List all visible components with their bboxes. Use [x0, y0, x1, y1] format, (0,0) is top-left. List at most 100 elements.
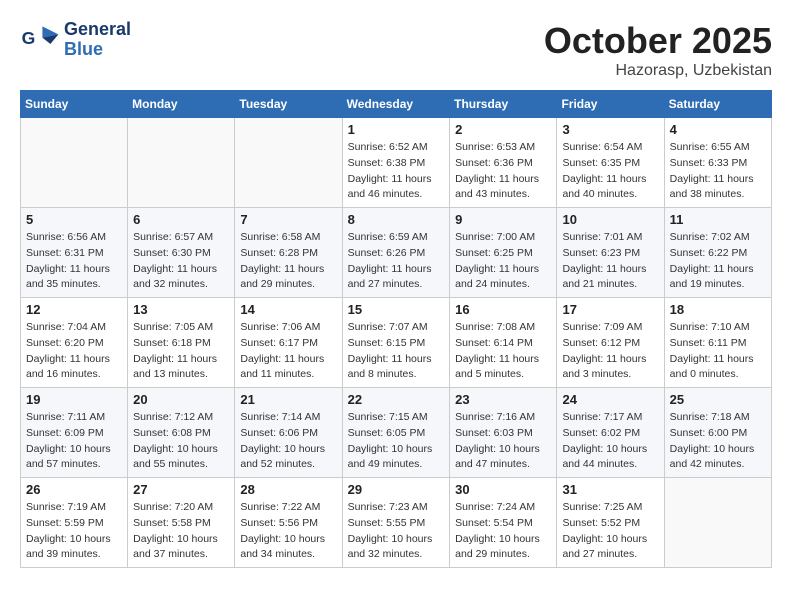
day-number: 18: [670, 302, 766, 317]
calendar-cell: [128, 118, 235, 208]
calendar-cell: 3Sunrise: 6:54 AMSunset: 6:35 PMDaylight…: [557, 118, 664, 208]
day-info: Sunrise: 7:17 AMSunset: 6:02 PMDaylight:…: [562, 410, 658, 473]
day-info: Sunrise: 6:53 AMSunset: 6:36 PMDaylight:…: [455, 140, 551, 203]
weekday-header-wednesday: Wednesday: [342, 91, 450, 118]
calendar-week-4: 19 Sunrise: 7:11 AMSunset: 6:09 PMDayligh…: [21, 388, 772, 478]
calendar-cell: 8Sunrise: 6:59 AMSunset: 6:26 PMDaylight…: [342, 208, 450, 298]
calendar-cell: 29Sunrise: 7:23 AMSunset: 5:55 PMDayligh…: [342, 478, 450, 568]
calendar-cell: 28 Sunrise: 7:22 AMSunset: 5:56 PMDayligh…: [235, 478, 342, 568]
day-number: 17: [562, 302, 658, 317]
day-info: Sunrise: 7:22 AMSunset: 5:56 PMDaylight:…: [240, 500, 336, 563]
day-info: Sunrise: 6:54 AMSunset: 6:35 PMDaylight:…: [562, 140, 658, 203]
day-info: Sunrise: 7:12 AMSunset: 6:08 PMDaylight:…: [133, 410, 229, 473]
day-info: Sunrise: 6:57 AMSunset: 6:30 PMDaylight:…: [133, 230, 229, 293]
weekday-header-tuesday: Tuesday: [235, 91, 342, 118]
calendar-cell: 7Sunrise: 6:58 AMSunset: 6:28 PMDaylight…: [235, 208, 342, 298]
day-info: Sunrise: 7:20 AMSunset: 5:58 PMDaylight:…: [133, 500, 229, 563]
day-number: 2: [455, 122, 551, 137]
calendar-cell: 25 Sunrise: 7:18 AMSunset: 6:00 PMDayligh…: [664, 388, 771, 478]
day-number: 25: [670, 392, 766, 407]
calendar-table: SundayMondayTuesdayWednesdayThursdayFrid…: [20, 90, 772, 568]
day-info: Sunrise: 7:09 AMSunset: 6:12 PMDaylight:…: [562, 320, 658, 383]
day-number: 21: [240, 392, 336, 407]
calendar-week-2: 5 Sunrise: 6:56 AMSunset: 6:31 PMDaylight…: [21, 208, 772, 298]
calendar-cell: 10Sunrise: 7:01 AMSunset: 6:23 PMDayligh…: [557, 208, 664, 298]
day-number: 5: [26, 212, 122, 227]
calendar-cell: 17 Sunrise: 7:09 AMSunset: 6:12 PMDayligh…: [557, 298, 664, 388]
day-number: 28: [240, 482, 336, 497]
month-title: October 2025: [544, 20, 772, 62]
day-number: 22: [348, 392, 445, 407]
calendar-cell: 30 Sunrise: 7:24 AMSunset: 5:54 PMDayligh…: [450, 478, 557, 568]
day-info: Sunrise: 7:23 AMSunset: 5:55 PMDaylight:…: [348, 500, 445, 563]
calendar-week-1: 1 Sunrise: 6:52 AMSunset: 6:38 PMDaylight…: [21, 118, 772, 208]
day-number: 20: [133, 392, 229, 407]
calendar-cell: 6 Sunrise: 6:57 AMSunset: 6:30 PMDaylight…: [128, 208, 235, 298]
day-number: 14: [240, 302, 336, 317]
calendar-cell: 13 Sunrise: 7:05 AMSunset: 6:18 PMDayligh…: [128, 298, 235, 388]
day-info: Sunrise: 7:11 AMSunset: 6:09 PMDaylight:…: [26, 410, 122, 473]
day-number: 6: [133, 212, 229, 227]
day-info: Sunrise: 7:07 AMSunset: 6:15 PMDaylight:…: [348, 320, 445, 383]
day-info: Sunrise: 7:15 AMSunset: 6:05 PMDaylight:…: [348, 410, 445, 473]
day-info: Sunrise: 7:00 AMSunset: 6:25 PMDaylight:…: [455, 230, 551, 293]
logo-icon: G: [20, 20, 60, 60]
day-number: 23: [455, 392, 551, 407]
day-info: Sunrise: 7:25 AMSunset: 5:52 PMDaylight:…: [562, 500, 658, 563]
calendar-cell: 20 Sunrise: 7:12 AMSunset: 6:08 PMDayligh…: [128, 388, 235, 478]
day-number: 4: [670, 122, 766, 137]
weekday-header-thursday: Thursday: [450, 91, 557, 118]
day-info: Sunrise: 7:16 AMSunset: 6:03 PMDaylight:…: [455, 410, 551, 473]
day-number: 24: [562, 392, 658, 407]
weekday-header-sunday: Sunday: [21, 91, 128, 118]
day-number: 1: [348, 122, 445, 137]
day-number: 16: [455, 302, 551, 317]
calendar-cell: 16 Sunrise: 7:08 AMSunset: 6:14 PMDayligh…: [450, 298, 557, 388]
svg-text:G: G: [22, 28, 36, 48]
day-info: Sunrise: 7:10 AMSunset: 6:11 PMDaylight:…: [670, 320, 766, 383]
day-number: 12: [26, 302, 122, 317]
day-number: 13: [133, 302, 229, 317]
logo-text: General Blue: [64, 20, 131, 60]
calendar-cell: 19 Sunrise: 7:11 AMSunset: 6:09 PMDayligh…: [21, 388, 128, 478]
calendar-cell: 27Sunrise: 7:20 AMSunset: 5:58 PMDayligh…: [128, 478, 235, 568]
page-header: G General Blue October 2025 Hazorasp, Uz…: [20, 20, 772, 80]
calendar-week-3: 12 Sunrise: 7:04 AMSunset: 6:20 PMDayligh…: [21, 298, 772, 388]
calendar-cell: 18 Sunrise: 7:10 AMSunset: 6:11 PMDayligh…: [664, 298, 771, 388]
day-info: Sunrise: 7:18 AMSunset: 6:00 PMDaylight:…: [670, 410, 766, 473]
day-info: Sunrise: 7:05 AMSunset: 6:18 PMDaylight:…: [133, 320, 229, 383]
calendar-cell: 21 Sunrise: 7:14 AMSunset: 6:06 PMDayligh…: [235, 388, 342, 478]
calendar-cell: 31Sunrise: 7:25 AMSunset: 5:52 PMDayligh…: [557, 478, 664, 568]
day-number: 30: [455, 482, 551, 497]
day-number: 26: [26, 482, 122, 497]
day-info: Sunrise: 7:08 AMSunset: 6:14 PMDaylight:…: [455, 320, 551, 383]
calendar-cell: [664, 478, 771, 568]
day-number: 15: [348, 302, 445, 317]
day-info: Sunrise: 7:04 AMSunset: 6:20 PMDaylight:…: [26, 320, 122, 383]
day-info: Sunrise: 6:52 AMSunset: 6:38 PMDaylight:…: [348, 140, 445, 203]
location: Hazorasp, Uzbekistan: [544, 62, 772, 80]
calendar-cell: 24 Sunrise: 7:17 AMSunset: 6:02 PMDayligh…: [557, 388, 664, 478]
calendar-cell: 14Sunrise: 7:06 AMSunset: 6:17 PMDayligh…: [235, 298, 342, 388]
day-info: Sunrise: 7:24 AMSunset: 5:54 PMDaylight:…: [455, 500, 551, 563]
calendar-cell: [235, 118, 342, 208]
day-info: Sunrise: 6:56 AMSunset: 6:31 PMDaylight:…: [26, 230, 122, 293]
calendar-cell: 23 Sunrise: 7:16 AMSunset: 6:03 PMDayligh…: [450, 388, 557, 478]
calendar-cell: 12 Sunrise: 7:04 AMSunset: 6:20 PMDayligh…: [21, 298, 128, 388]
day-info: Sunrise: 7:14 AMSunset: 6:06 PMDaylight:…: [240, 410, 336, 473]
weekday-header-friday: Friday: [557, 91, 664, 118]
day-number: 11: [670, 212, 766, 227]
day-number: 19: [26, 392, 122, 407]
day-info: Sunrise: 7:01 AMSunset: 6:23 PMDaylight:…: [562, 230, 658, 293]
day-info: Sunrise: 6:55 AMSunset: 6:33 PMDaylight:…: [670, 140, 766, 203]
weekday-header-saturday: Saturday: [664, 91, 771, 118]
calendar-header-row: SundayMondayTuesdayWednesdayThursdayFrid…: [21, 91, 772, 118]
day-number: 9: [455, 212, 551, 227]
calendar-cell: 2 Sunrise: 6:53 AMSunset: 6:36 PMDaylight…: [450, 118, 557, 208]
logo-blue: Blue: [64, 40, 131, 60]
calendar-cell: 9 Sunrise: 7:00 AMSunset: 6:25 PMDaylight…: [450, 208, 557, 298]
calendar-cell: [21, 118, 128, 208]
day-info: Sunrise: 7:02 AMSunset: 6:22 PMDaylight:…: [670, 230, 766, 293]
calendar-cell: 11 Sunrise: 7:02 AMSunset: 6:22 PMDayligh…: [664, 208, 771, 298]
calendar-cell: 5 Sunrise: 6:56 AMSunset: 6:31 PMDaylight…: [21, 208, 128, 298]
